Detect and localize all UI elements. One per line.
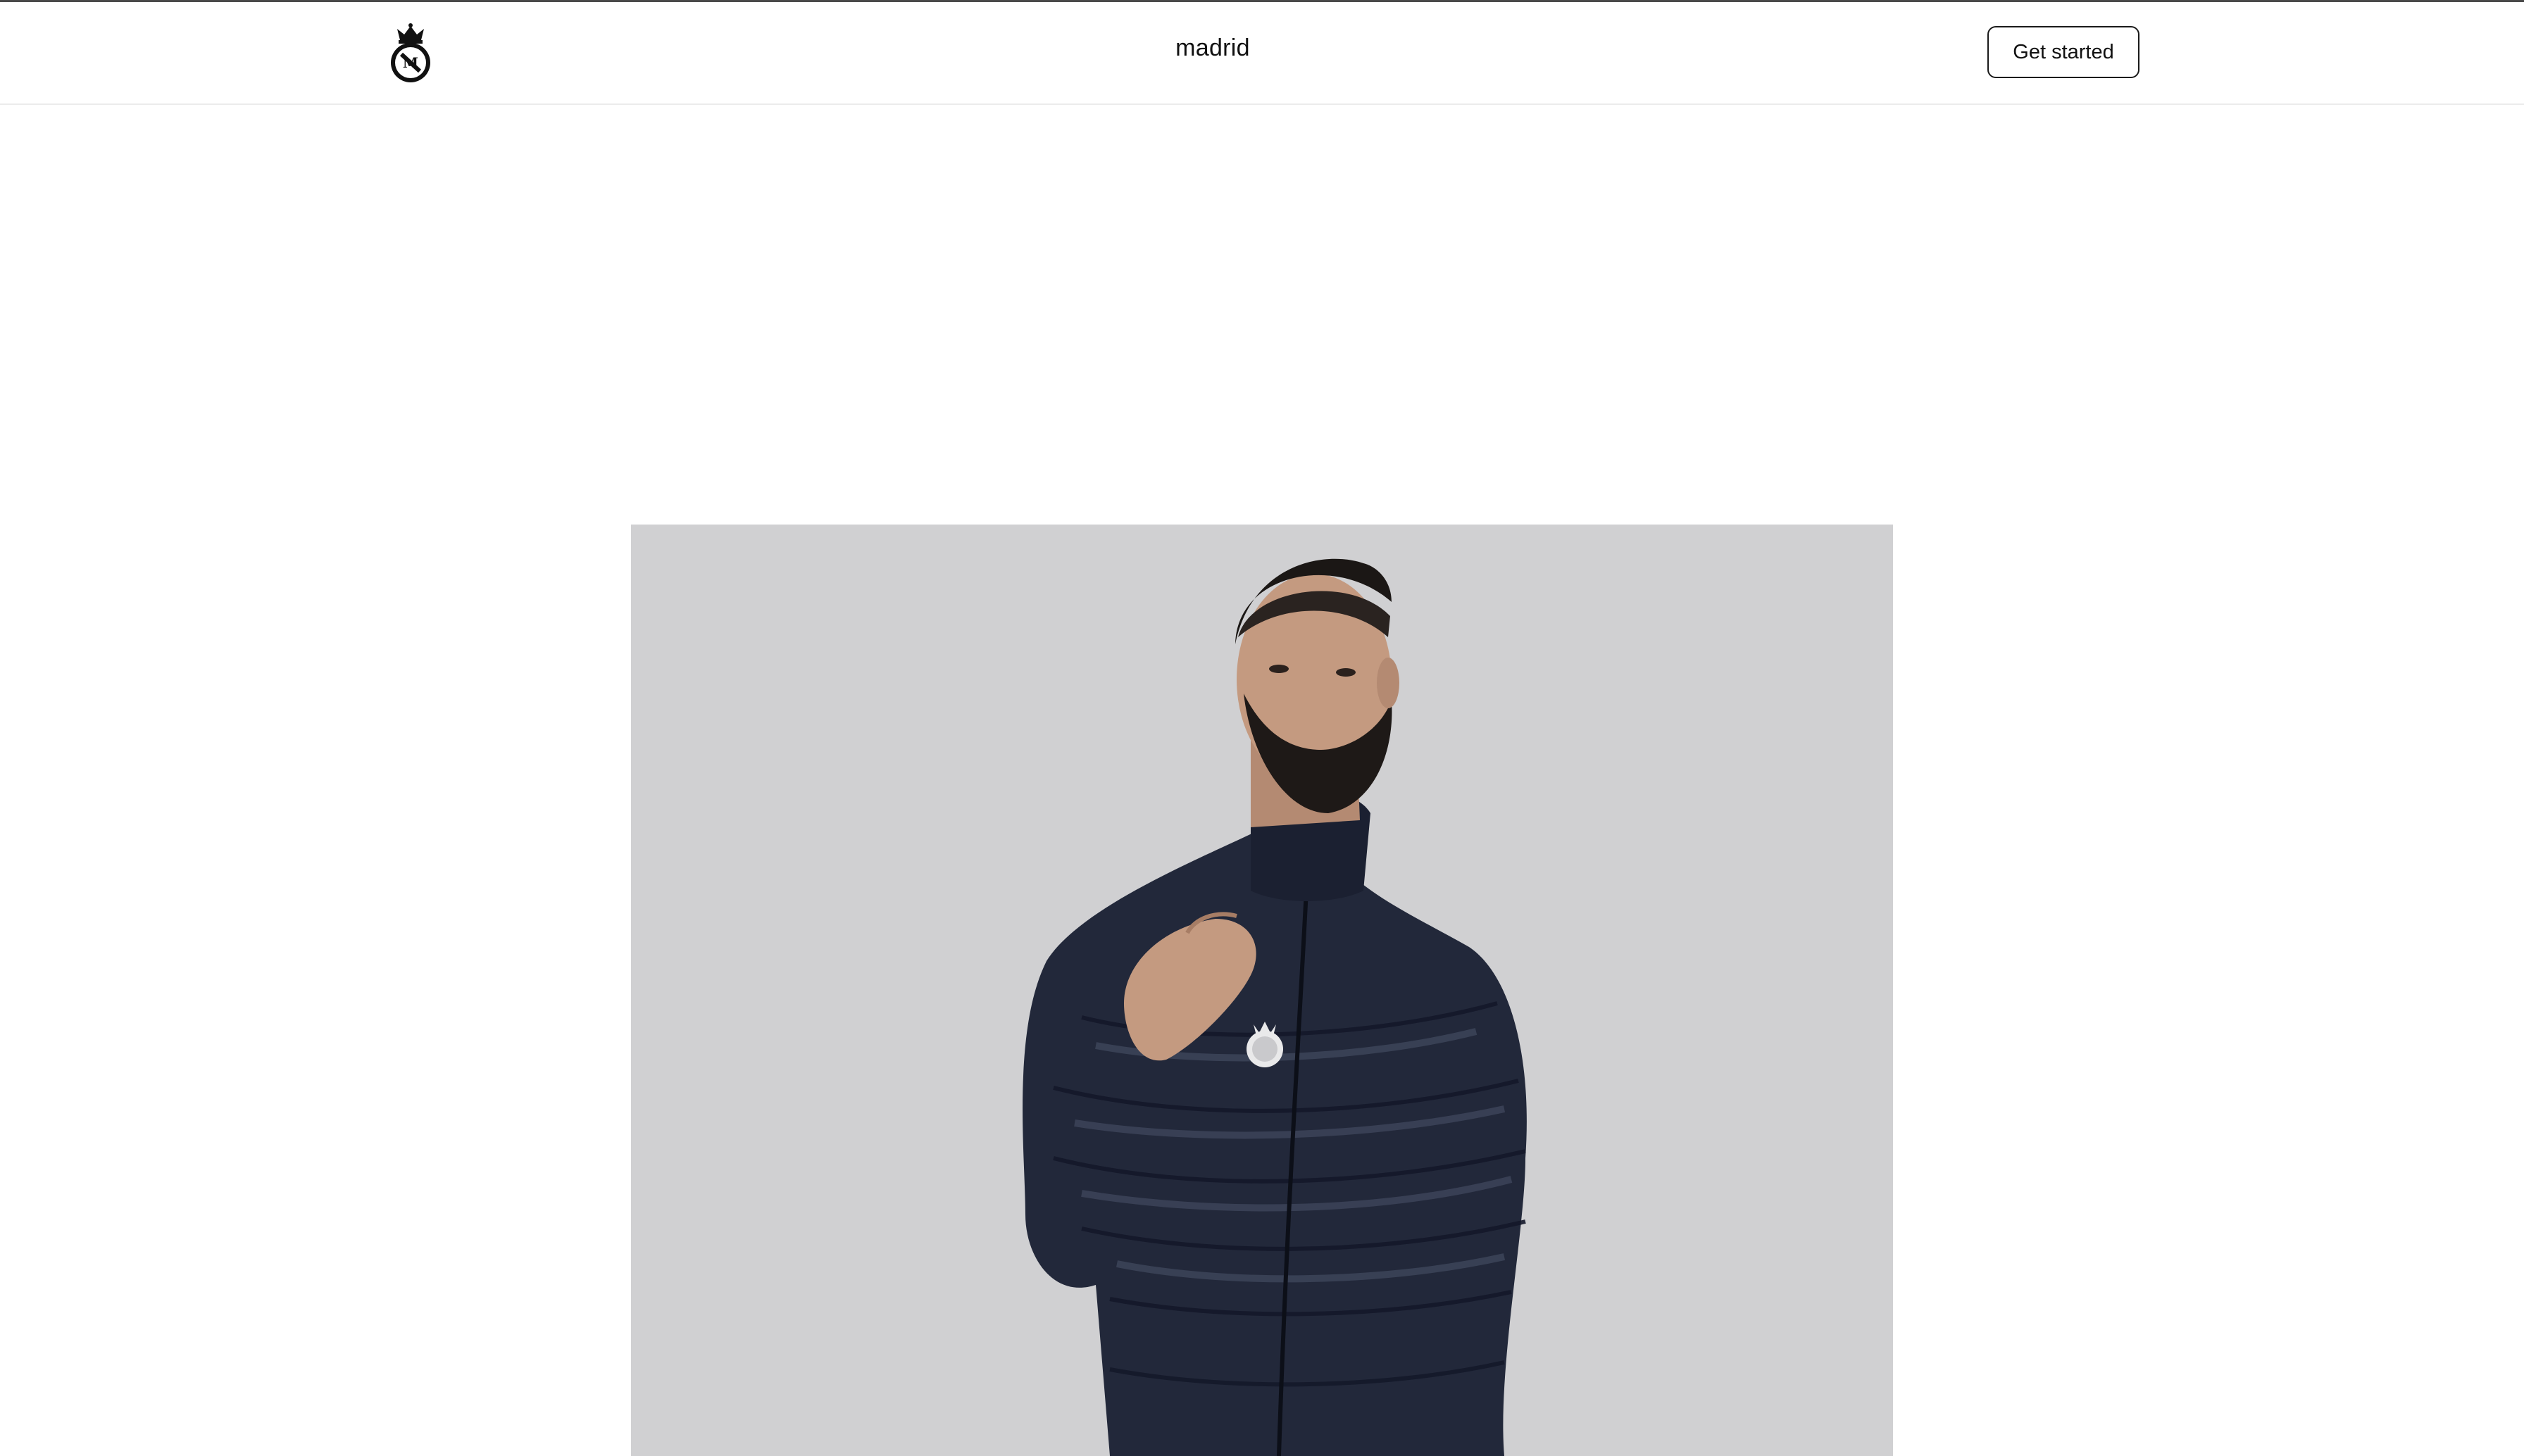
svg-text:M: M [403, 54, 418, 71]
site-title[interactable]: madrid [1037, 34, 1389, 62]
page: M madrid Get started [0, 0, 2524, 1456]
crest-logo-icon[interactable]: M [387, 22, 434, 85]
get-started-button[interactable]: Get started [1987, 26, 2139, 78]
site-header: M madrid Get started [0, 2, 2524, 105]
hero-image [631, 525, 1893, 1456]
